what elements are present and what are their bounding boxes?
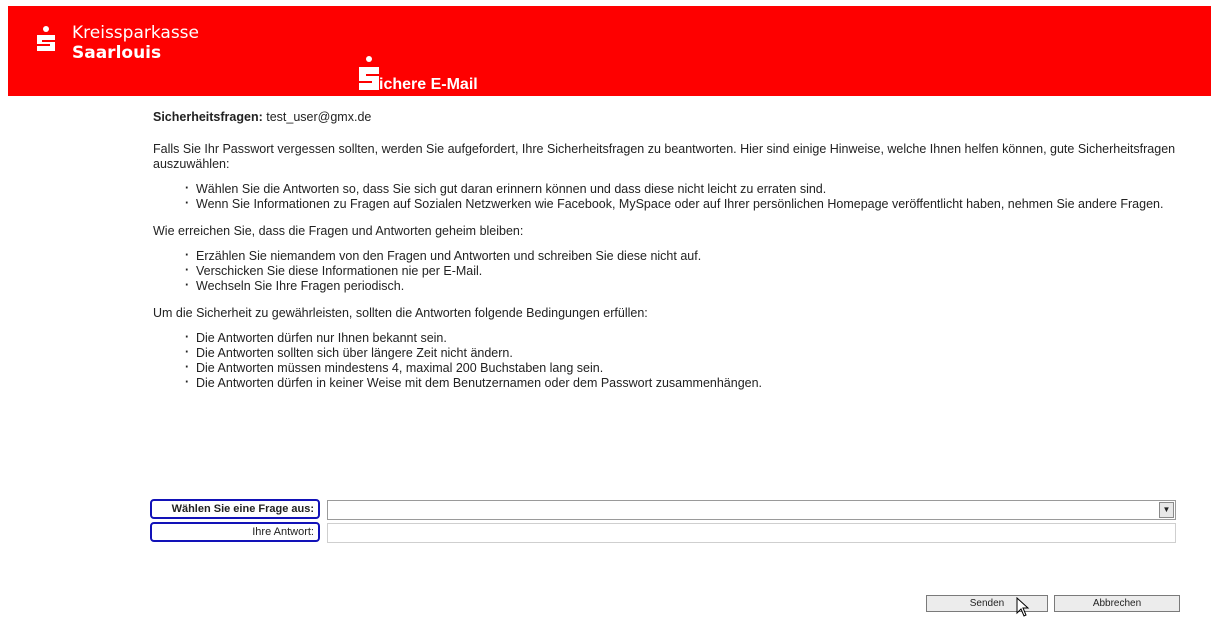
mouse-pointer-icon — [1016, 597, 1030, 617]
question-select[interactable]: ▼ — [327, 500, 1176, 520]
conditions-heading: Um die Sicherheit zu gewährleisten, soll… — [153, 306, 648, 320]
list-item: Wählen Sie die Antworten so, dass Sie si… — [185, 181, 1180, 197]
subject-line: Sicherheitsfragen: test_user@gmx.de — [153, 110, 1180, 125]
subject-value: test_user@gmx.de — [266, 110, 372, 124]
list-item: Wenn Sie Informationen zu Fragen auf Soz… — [185, 196, 1180, 212]
secret-tips-list: Erzählen Sie niemandem von den Fragen un… — [150, 248, 1180, 294]
answer-label: Ihre Antwort: — [150, 522, 320, 542]
header-bar: Kreissparkasse Saarlouis ichere E-Mail — [8, 6, 1211, 96]
answer-row: Ihre Antwort: — [150, 522, 1176, 545]
subject-label: Sicherheitsfragen: — [153, 110, 263, 124]
list-item: Die Antworten dürfen nur Ihnen bekannt s… — [185, 330, 1180, 346]
chevron-down-icon[interactable]: ▼ — [1159, 502, 1174, 518]
cancel-button[interactable]: Abbrechen — [1054, 595, 1180, 612]
brand-line-2: Saarlouis — [72, 43, 162, 63]
question-row: Wählen Sie eine Frage aus: ▼ — [150, 499, 1176, 522]
security-questions-content: Sicherheitsfragen: test_user@gmx.de Fall… — [150, 110, 1180, 403]
tips-list: Wählen Sie die Antworten so, dass Sie si… — [150, 181, 1180, 212]
brand-name: Kreissparkasse Saarlouis — [72, 23, 199, 63]
secret-heading: Wie erreichen Sie, dass die Fragen und A… — [153, 224, 524, 238]
list-item: Die Antworten müssen mindestens 4, maxim… — [185, 360, 1180, 376]
sparkasse-logo-icon — [37, 26, 55, 51]
brand-line-1: Kreissparkasse — [72, 23, 199, 43]
conditions-list: Die Antworten dürfen nur Ihnen bekannt s… — [150, 330, 1180, 391]
security-question-form: Wählen Sie eine Frage aus: ▼ Ihre Antwor… — [150, 499, 1176, 545]
list-item: Verschicken Sie diese Informationen nie … — [185, 263, 1180, 279]
product-title: ichere E-Mail — [379, 76, 478, 93]
list-item: Wechseln Sie Ihre Fragen periodisch. — [185, 278, 1180, 294]
list-item: Die Antworten dürfen in keiner Weise mit… — [185, 375, 1180, 391]
product-s-icon — [359, 56, 379, 90]
answer-input[interactable] — [327, 523, 1176, 543]
question-label: Wählen Sie eine Frage aus: — [150, 499, 320, 519]
list-item: Die Antworten sollten sich über längere … — [185, 345, 1180, 361]
intro-text: Falls Sie Ihr Passwort vergessen sollten… — [153, 142, 1176, 171]
list-item: Erzählen Sie niemandem von den Fragen un… — [185, 248, 1180, 264]
